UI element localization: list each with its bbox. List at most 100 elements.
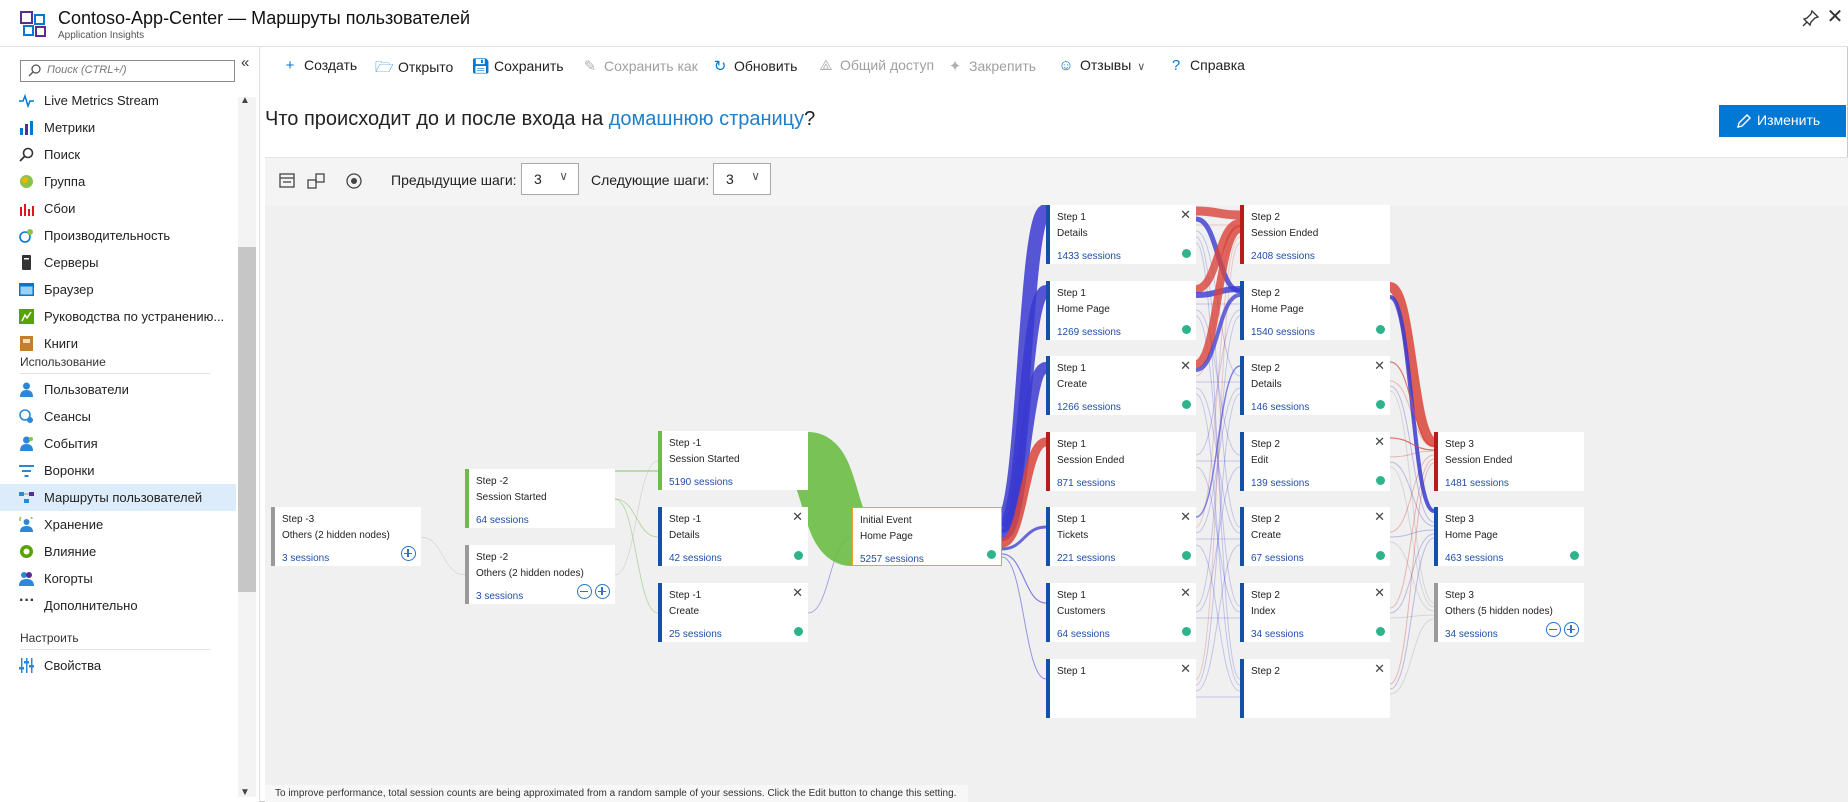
flow-node-b-edit[interactable]: Step 2 Edit 139 sessions ✕ (1240, 432, 1390, 491)
sidebar-item-more[interactable]: ··· Дополнительно (0, 592, 236, 619)
sidebar-item-servers[interactable]: Серверы (0, 249, 236, 276)
initial-event-link[interactable]: домашнюю страницу (609, 108, 804, 130)
sidebar-item-label: Влияние (44, 544, 97, 559)
sidebar-item-search[interactable]: Поиск (0, 141, 236, 168)
flow-node-a-customers[interactable]: Step 1 Customers 64 sessions ✕ (1046, 583, 1196, 642)
close-node-icon[interactable]: ✕ (792, 509, 803, 525)
sidebar-item-properties[interactable]: Свойства (0, 652, 236, 679)
create-button[interactable]: + Создать (281, 57, 358, 77)
sidebar-item-funnels[interactable]: Воронки (0, 457, 236, 484)
flow-link[interactable] (420, 536, 466, 576)
flow-link[interactable] (1389, 537, 1435, 690)
expand-node-icon[interactable] (595, 584, 610, 599)
sidebar-scrollbar-thumb[interactable] (238, 247, 256, 592)
close-node-icon[interactable]: ✕ (1180, 661, 1191, 677)
node-step: Step -1 (669, 438, 702, 449)
sidebar-item-group[interactable]: Группа (0, 168, 236, 195)
focus-icon[interactable] (345, 172, 363, 190)
flow-node-s3-others[interactable]: Step -3 Others (2 hidden nodes) 3 sessions (271, 507, 421, 566)
flow-node-c-ended[interactable]: Step 3 Session Ended 1481 sessions (1434, 432, 1584, 491)
flow-node-c-others[interactable]: Step 3 Others (5 hidden nodes) 34 sessions (1434, 583, 1584, 642)
flow-node-init[interactable]: Initial Event Home Page 5257 sessions (852, 507, 1002, 566)
flow-node-s2-started[interactable]: Step -2 Session Started 64 sessions (465, 469, 615, 528)
flow-node-a-more[interactable]: Step 1 ✕ (1046, 659, 1196, 718)
flow-link[interactable] (1195, 206, 1241, 220)
scroll-up-icon[interactable]: ▲ (240, 95, 250, 106)
folder-icon: 🗁 (375, 59, 394, 76)
edit-button[interactable]: Изменить (1719, 105, 1846, 137)
flow-node-b-home[interactable]: Step 2 Home Page 1540 sessions (1240, 281, 1390, 340)
pin-icon[interactable] (1802, 9, 1820, 27)
expand-node-icon[interactable] (1564, 622, 1579, 637)
collapse-node-icon[interactable] (1546, 622, 1561, 637)
close-node-icon[interactable]: ✕ (792, 585, 803, 601)
share-button[interactable]: ⟁ Общий доступ (817, 57, 934, 77)
flow-node-c-home[interactable]: Step 3 Home Page 463 sessions (1434, 507, 1584, 566)
feedback-button[interactable]: ☺ Отзывы ∨ (1057, 57, 1145, 77)
close-node-icon[interactable]: ✕ (1180, 358, 1191, 374)
flow-node-a-create[interactable]: Step 1 Create 1266 sessions ✕ (1046, 356, 1196, 415)
help-button[interactable]: ? Справка (1167, 57, 1245, 77)
node-status-dot (1376, 325, 1385, 334)
sidebar-item-cohorts[interactable]: Когорты (0, 565, 236, 592)
close-node-icon[interactable]: ✕ (1180, 585, 1191, 601)
flow-node-b-index[interactable]: Step 2 Index 34 sessions ✕ (1240, 583, 1390, 642)
scroll-down-icon[interactable]: ▼ (240, 787, 250, 798)
flow-node-s1-create[interactable]: Step -1 Create 25 sessions ✕ (658, 583, 808, 642)
close-node-icon[interactable]: ✕ (1374, 358, 1385, 374)
node-name: Details (669, 530, 700, 541)
collapse-sidebar-icon[interactable]: « (241, 54, 249, 71)
pin-button[interactable]: ✦ Закрепить (946, 57, 1036, 77)
flow-node-b-ended[interactable]: Step 2 Session Ended 2408 sessions (1240, 205, 1390, 264)
sidebar-item-users[interactable]: Пользователи (0, 376, 236, 403)
sidebar-item-live-metrics[interactable]: Live Metrics Stream (0, 87, 236, 114)
collapse-all-icon[interactable] (279, 172, 297, 190)
flow-node-a-details[interactable]: Step 1 Details 1433 sessions ✕ (1046, 205, 1196, 264)
flow-node-a-home[interactable]: Step 1 Home Page 1269 sessions (1046, 281, 1196, 340)
sidebar-item-browser[interactable]: Браузер (0, 276, 236, 303)
sidebar-item-impact[interactable]: Влияние (0, 538, 236, 565)
flow-link[interactable] (1195, 365, 1241, 518)
flow-node-a-ended[interactable]: Step 1 Session Ended 871 sessions (1046, 432, 1196, 491)
flow-node-b-more[interactable]: Step 2 ✕ (1240, 659, 1390, 718)
flow-link[interactable] (1389, 458, 1435, 609)
sidebar-item-user-flows[interactable]: Маршруты пользователей (0, 484, 236, 511)
close-node-icon[interactable]: ✕ (1180, 207, 1191, 223)
open-button[interactable]: 🗁 Открыто (375, 57, 453, 77)
sidebar-item-workbooks[interactable]: Книги (0, 330, 236, 357)
close-node-icon[interactable]: ✕ (1374, 661, 1385, 677)
save-button[interactable]: 💾︎ Сохранить (471, 57, 564, 77)
sidebar-item-events[interactable]: События (0, 430, 236, 457)
flow-link[interactable] (1389, 454, 1435, 533)
close-node-icon[interactable]: ✕ (1180, 509, 1191, 525)
search-input[interactable]: Поиск (CTRL+/) (20, 60, 235, 82)
save-as-button[interactable]: ✎ Сохранить как (581, 57, 698, 77)
refresh-label: Обновить (734, 58, 798, 74)
next-steps-select[interactable]: 3 ∨ (713, 163, 771, 195)
expand-nodes-icon[interactable] (307, 172, 325, 190)
close-icon[interactable]: ✕ (1824, 6, 1846, 28)
flow-link[interactable] (792, 432, 868, 566)
sidebar-item-retention[interactable]: Хранение (0, 511, 236, 538)
collapse-node-icon[interactable] (577, 584, 592, 599)
flow-node-b-details[interactable]: Step 2 Details 146 sessions ✕ (1240, 356, 1390, 415)
flow-link[interactable] (1001, 556, 1047, 680)
close-node-icon[interactable]: ✕ (1374, 585, 1385, 601)
previous-steps-select[interactable]: 3 ∨ (521, 163, 579, 195)
close-node-icon[interactable]: ✕ (1374, 509, 1385, 525)
close-node-icon[interactable]: ✕ (1374, 434, 1385, 450)
sidebar-item-sessions[interactable]: Сеансы (0, 403, 236, 430)
flow-node-a-tickets[interactable]: Step 1 Tickets 221 sessions ✕ (1046, 507, 1196, 566)
flow-link[interactable] (614, 498, 659, 614)
sidebar-item-metrics[interactable]: Метрики (0, 114, 236, 141)
node-sessions: 34 sessions (1251, 629, 1304, 640)
flow-node-s1-details[interactable]: Step -1 Details 42 sessions ✕ (658, 507, 808, 566)
sidebar-item-failures[interactable]: Сбои (0, 195, 236, 222)
refresh-button[interactable]: ↻ Обновить (711, 57, 798, 77)
flow-node-b-create[interactable]: Step 2 Create 67 sessions ✕ (1240, 507, 1390, 566)
flow-node-s2-others[interactable]: Step -2 Others (2 hidden nodes) 3 sessions (465, 545, 615, 604)
sidebar-item-performance[interactable]: Производительность (0, 222, 236, 249)
flow-node-s1-started[interactable]: Step -1 Session Started 5190 sessions (658, 431, 808, 490)
expand-node-icon[interactable] (401, 546, 416, 561)
sidebar-item-troubleshoot[interactable]: Руководства по устранению... (0, 303, 236, 330)
